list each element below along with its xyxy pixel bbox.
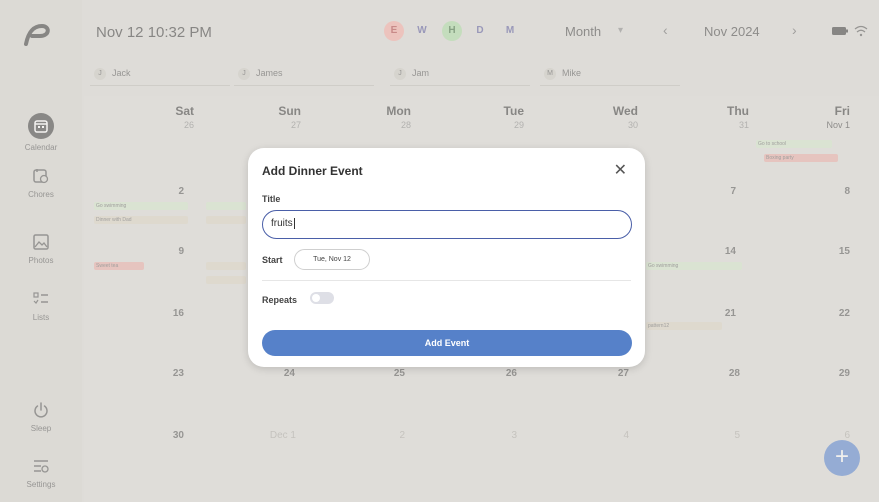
title-input-value: fruits: [271, 218, 293, 229]
start-label: Start: [262, 255, 283, 265]
start-date-chip[interactable]: Tue, Nov 12: [294, 249, 370, 270]
repeats-toggle[interactable]: [310, 292, 334, 304]
repeats-label: Repeats: [262, 295, 298, 305]
text-cursor: [293, 218, 295, 229]
toggle-knob: [312, 294, 320, 302]
close-icon[interactable]: ✕: [614, 160, 627, 180]
title-label: Title: [262, 194, 281, 204]
add-event-dialog: Add Dinner Event ✕ Title fruits Start Tu…: [248, 148, 645, 367]
divider: [262, 280, 631, 281]
dialog-title: Add Dinner Event: [262, 164, 363, 178]
add-event-button[interactable]: Add Event: [262, 330, 632, 356]
title-input[interactable]: fruits: [262, 210, 632, 239]
